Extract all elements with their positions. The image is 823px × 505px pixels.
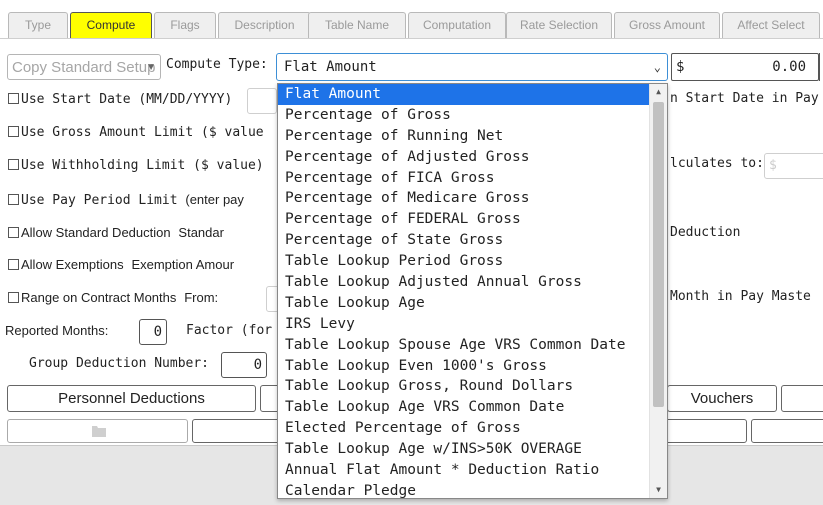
- scroll-down-icon[interactable]: ▼: [650, 482, 667, 498]
- dropdown-option[interactable]: Annual Flat Amount * Deduction Ratio: [278, 460, 649, 481]
- tab-divider: [0, 38, 823, 39]
- tab-flags[interactable]: Flags: [154, 12, 216, 38]
- dropdown-scrollbar[interactable]: ▲ ▼: [649, 84, 667, 498]
- dropdown-option[interactable]: Flat Amount: [278, 84, 649, 105]
- standard-deduction-checkbox[interactable]: [8, 227, 19, 238]
- start-date-pay-fragment: n Start Date in Pay: [670, 91, 819, 106]
- dropdown-option[interactable]: Percentage of Adjusted Gross: [278, 147, 649, 168]
- withholding-limit-checkbox[interactable]: [8, 159, 19, 170]
- dropdown-option[interactable]: Percentage of FICA Gross: [278, 168, 649, 189]
- calculates-to-input[interactable]: $: [764, 153, 823, 179]
- standard-deduction-label: Allow Standard Deduction: [21, 225, 171, 240]
- pay-period-limit-checkbox[interactable]: [8, 194, 19, 205]
- calculates-to-label: lculates to:: [670, 156, 764, 171]
- reported-months-input[interactable]: 0: [139, 319, 167, 345]
- tab-description[interactable]: Description: [218, 12, 311, 38]
- dropdown-option[interactable]: IRS Levy: [278, 314, 649, 335]
- tab-computation[interactable]: Computation: [408, 12, 506, 38]
- folder-icon: [92, 426, 106, 437]
- standard-deduction-hint: Standar: [178, 225, 224, 240]
- exemption-hint: Exemption Amour: [131, 257, 235, 272]
- folder-button[interactable]: [7, 419, 188, 443]
- dropdown-option[interactable]: Table Lookup Age VRS Common Date: [278, 397, 649, 418]
- dropdown-option[interactable]: Percentage of Running Net: [278, 126, 649, 147]
- compute-type-select[interactable]: Flat Amount ⌄: [276, 53, 668, 81]
- dropdown-option[interactable]: Table Lookup Spouse Age VRS Common Date: [278, 335, 649, 356]
- bottom-button-4[interactable]: [751, 419, 823, 443]
- scroll-up-icon[interactable]: ▲: [650, 84, 667, 100]
- range-months-label: Range on Contract Months: [21, 290, 177, 305]
- exemptions-checkbox[interactable]: [8, 259, 19, 270]
- gross-limit-row: Use Gross Amount Limit ($ value: [8, 125, 264, 145]
- bottom-button-3[interactable]: [665, 419, 747, 443]
- dropdown-option[interactable]: Table Lookup Even 1000's Gross: [278, 356, 649, 377]
- tab-type[interactable]: Type: [8, 12, 68, 38]
- dropdown-option[interactable]: Calendar Pledge: [278, 481, 649, 498]
- amount-currency: $: [676, 59, 685, 75]
- factor-label: Factor (for: [186, 323, 273, 338]
- month-pay-master-fragment: Month in Pay Maste: [670, 289, 811, 304]
- group-deduction-input[interactable]: 0: [221, 352, 267, 378]
- dropdown-option[interactable]: Table Lookup Gross, Round Dollars: [278, 376, 649, 397]
- scrollbar-thumb[interactable]: [653, 102, 664, 407]
- dropdown-option[interactable]: Percentage of FEDERAL Gross: [278, 209, 649, 230]
- compute-type-label: Compute Type:: [166, 57, 268, 72]
- copy-standard-setup-value: Copy Standard Setup: [12, 59, 156, 76]
- vouchers-button[interactable]: Vouchers: [667, 385, 777, 412]
- extra-button[interactable]: [781, 385, 823, 412]
- compute-type-value: Flat Amount: [284, 59, 377, 75]
- group-deduction-label: Group Deduction Number:: [29, 356, 210, 371]
- pay-period-limit-row: Use Pay Period Limit (enter pay: [8, 192, 244, 212]
- tab-rate-selection[interactable]: Rate Selection: [506, 12, 612, 38]
- start-date-row: Use Start Date (MM/DD/YYYY): [8, 92, 232, 112]
- start-date-input[interactable]: [247, 88, 277, 114]
- gross-limit-label: Use Gross Amount Limit ($ value: [21, 125, 264, 140]
- standard-deduction-row: Allow Standard Deduction Standar: [8, 225, 224, 245]
- dropdown-option[interactable]: Percentage of Medicare Gross: [278, 188, 649, 209]
- amount-input[interactable]: $ 0.00: [671, 53, 819, 81]
- range-months-row: Range on Contract Months From:: [8, 290, 218, 310]
- range-months-checkbox[interactable]: [8, 292, 19, 303]
- withholding-limit-row: Use Withholding Limit ($ value): [8, 158, 264, 178]
- tab-table-name[interactable]: Table Name: [308, 12, 406, 38]
- amount-value: 0.00: [772, 59, 806, 75]
- bottom-button-2[interactable]: [192, 419, 282, 443]
- exemptions-label: Allow Exemptions: [21, 257, 124, 272]
- dropdown-option[interactable]: Percentage of Gross: [278, 105, 649, 126]
- start-date-label: Use Start Date (MM/DD/YYYY): [21, 92, 233, 107]
- dropdown-option[interactable]: Table Lookup Age w/INS>50K OVERAGE: [278, 439, 649, 460]
- tab-compute[interactable]: Compute: [70, 12, 152, 39]
- dropdown-option[interactable]: Elected Percentage of Gross: [278, 418, 649, 439]
- pay-period-hint: (enter pay: [185, 192, 244, 207]
- compute-type-dropdown-list[interactable]: Flat Amount Percentage of Gross Percentage…: [277, 83, 668, 499]
- dropdown-option[interactable]: Table Lookup Age: [278, 293, 649, 314]
- tab-gross-amount[interactable]: Gross Amount: [614, 12, 720, 38]
- tab-affect-select[interactable]: Affect Select: [722, 12, 820, 38]
- dropdown-option[interactable]: Table Lookup Adjusted Annual Gross: [278, 272, 649, 293]
- dropdown-options: Flat Amount Percentage of Gross Percentage…: [278, 84, 667, 498]
- chevron-down-icon: ⌄: [653, 60, 661, 74]
- chevron-down-icon: ▼: [146, 62, 156, 73]
- start-date-checkbox[interactable]: [8, 93, 19, 104]
- edge-input[interactable]: [819, 53, 823, 81]
- reported-months-label: Reported Months:: [5, 323, 109, 338]
- personnel-deductions-button[interactable]: Personnel Deductions: [7, 385, 256, 412]
- tab-bar: Type Compute Flags Description Table Nam…: [8, 12, 823, 39]
- withholding-limit-label: Use Withholding Limit ($ value): [21, 158, 264, 173]
- exemptions-row: Allow Exemptions Exemption Amour: [8, 257, 234, 277]
- copy-standard-setup-select[interactable]: Copy Standard Setup ▼: [7, 54, 161, 80]
- dropdown-option[interactable]: Table Lookup Period Gross: [278, 251, 649, 272]
- deduction-fragment: Deduction: [670, 225, 741, 240]
- from-label: From:: [184, 290, 219, 305]
- dropdown-option[interactable]: Percentage of State Gross: [278, 230, 649, 251]
- pay-period-limit-label: Use Pay Period Limit: [21, 193, 178, 208]
- gross-limit-checkbox[interactable]: [8, 126, 19, 137]
- vouchers-label: Vouchers: [690, 390, 754, 407]
